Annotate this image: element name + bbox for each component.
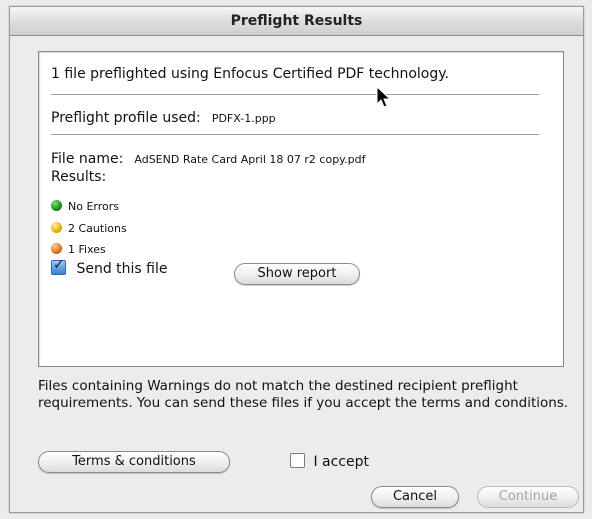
result-fixes: 1 Fixes: [51, 243, 539, 256]
result-cautions: 2 Cautions: [51, 222, 539, 235]
result-label: 2 Cautions: [68, 222, 127, 235]
orange-status-icon: [51, 243, 62, 254]
results-label: Results:: [51, 169, 107, 185]
separator: [51, 94, 539, 95]
cancel-button[interactable]: Cancel: [371, 486, 459, 508]
warnings-note: Files containing Warnings do not match t…: [38, 378, 569, 411]
accept-label[interactable]: I accept: [313, 454, 369, 470]
separator: [51, 134, 539, 135]
result-no-errors: No Errors: [51, 200, 539, 213]
result-label: No Errors: [68, 200, 119, 213]
dialog-title: Preflight Results: [10, 7, 583, 36]
profile-label: Preflight profile used:: [51, 110, 201, 126]
preflight-results-dialog: Preflight Results 1 file preflighted usi…: [9, 6, 584, 513]
send-file-label[interactable]: Send this file: [76, 261, 167, 277]
profile-row: Preflight profile used: PDFX-1.ppp: [51, 107, 539, 126]
send-file-checkbox[interactable]: [51, 257, 66, 275]
yellow-status-icon: [51, 222, 62, 233]
filename-label: File name:: [51, 151, 124, 167]
show-report-button[interactable]: Show report: [234, 263, 360, 285]
terms-conditions-button[interactable]: Terms & conditions: [38, 451, 230, 473]
result-label: 1 Fixes: [68, 243, 106, 256]
summary-text: 1 file preflighted using Enfocus Certifi…: [51, 66, 449, 82]
accept-checkbox[interactable]: [290, 453, 305, 468]
filename-row: File name: AdSEND Rate Card April 18 07 …: [51, 148, 539, 167]
green-status-icon: [51, 200, 62, 211]
profile-value: PDFX-1.ppp: [211, 112, 276, 125]
accept-row[interactable]: I accept: [290, 453, 369, 470]
results-panel: 1 file preflighted using Enfocus Certifi…: [38, 51, 564, 367]
mouse-pointer-icon: [376, 86, 392, 108]
continue-button[interactable]: Continue: [477, 486, 579, 508]
filename-value: AdSEND Rate Card April 18 07 r2 copy.pdf: [134, 153, 366, 166]
